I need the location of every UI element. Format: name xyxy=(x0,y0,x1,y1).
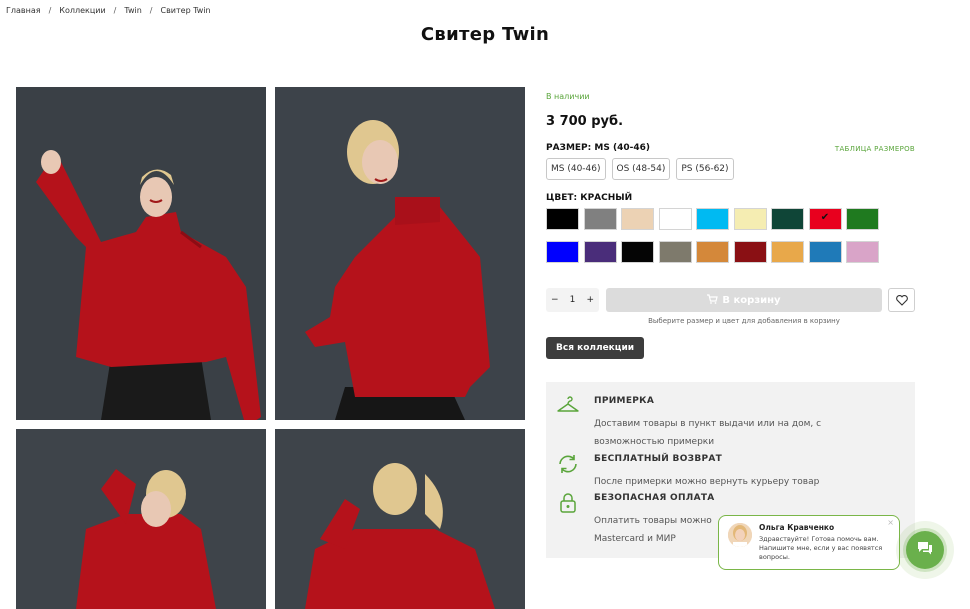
color-swatches: ✔ xyxy=(546,208,886,274)
color-swatch[interactable] xyxy=(583,241,617,263)
cart-hint: Выберите размер и цвет для добавления в … xyxy=(648,317,840,325)
return-icon xyxy=(556,452,580,476)
color-swatch[interactable] xyxy=(771,241,804,263)
size-options: MS (40-46) OS (48-54) PS (56-62) xyxy=(546,158,734,180)
color-swatch[interactable] xyxy=(696,241,729,263)
benefit-desc: После примерки можно вернуть курьеру тов… xyxy=(594,477,820,487)
lock-icon xyxy=(556,491,580,515)
color-swatch[interactable] xyxy=(546,208,579,230)
size-option-ms[interactable]: MS (40-46) xyxy=(546,158,606,180)
check-icon: ✔ xyxy=(820,212,830,223)
size-option-os[interactable]: OS (48-54) xyxy=(611,158,671,180)
cart-icon xyxy=(707,293,719,307)
product-price: 3 700 руб. xyxy=(546,114,624,129)
close-icon[interactable]: × xyxy=(887,518,894,527)
product-photo[interactable] xyxy=(16,429,266,609)
product-photo[interactable] xyxy=(275,87,525,420)
breadcrumb-home[interactable]: Главная xyxy=(6,6,41,15)
color-label: Цвет: Красный xyxy=(546,193,633,203)
color-swatch[interactable]: ✔ xyxy=(808,208,842,230)
size-option-ps[interactable]: PS (56-62) xyxy=(676,158,734,180)
color-swatch[interactable] xyxy=(733,241,767,263)
benefit-title: Бесплатный возврат xyxy=(594,454,723,464)
color-swatch[interactable] xyxy=(696,208,729,230)
chat-bubble-icon xyxy=(916,540,934,560)
swatch-row: ✔ xyxy=(546,208,886,230)
quantity-stepper: − 1 + xyxy=(546,288,599,312)
qty-minus-button[interactable]: − xyxy=(551,295,559,305)
breadcrumb-separator: / xyxy=(48,6,52,15)
benefit-desc: Доставим товары в пункт выдачи или на до… xyxy=(594,419,822,447)
color-swatch[interactable] xyxy=(621,208,654,230)
color-swatch[interactable] xyxy=(733,208,767,230)
color-swatch[interactable] xyxy=(658,208,692,230)
breadcrumb-current: Свитер Twin xyxy=(160,6,211,15)
chat-popup[interactable]: Ольга Кравченко Здравствуйте! Готова пом… xyxy=(718,515,900,570)
color-swatch[interactable] xyxy=(846,241,879,263)
chat-agent-name: Ольга Кравченко xyxy=(759,523,835,532)
stock-status: В наличии xyxy=(546,92,590,101)
product-photo[interactable] xyxy=(16,87,266,420)
hanger-icon xyxy=(556,394,580,418)
wishlist-button[interactable] xyxy=(888,288,915,312)
qty-value[interactable]: 1 xyxy=(570,295,576,305)
color-swatch[interactable] xyxy=(658,241,692,263)
breadcrumb-twin[interactable]: Twin xyxy=(124,6,141,15)
swatch-row xyxy=(546,241,886,263)
color-swatch[interactable] xyxy=(846,208,879,230)
chat-message: Здравствуйте! Готова помочь вам. Напишит… xyxy=(759,535,883,561)
color-swatch[interactable] xyxy=(583,208,617,230)
product-photo[interactable] xyxy=(275,429,525,609)
breadcrumb: Главная / Коллекции / Twin / Свитер Twin xyxy=(6,6,211,15)
breadcrumb-collections[interactable]: Коллекции xyxy=(59,6,105,15)
color-swatch[interactable] xyxy=(771,208,804,230)
chat-open-button[interactable] xyxy=(906,531,944,569)
product-gallery xyxy=(16,87,525,609)
add-to-cart-label: В корзину xyxy=(722,294,781,306)
size-label: Размер: MS (40-46) xyxy=(546,143,650,153)
avatar xyxy=(728,523,752,547)
qty-plus-button[interactable]: + xyxy=(586,295,594,305)
breadcrumb-separator: / xyxy=(113,6,117,15)
benefit-title: Безопасная оплата xyxy=(594,493,715,503)
breadcrumb-separator: / xyxy=(149,6,153,15)
all-collections-button[interactable]: Вся коллекции xyxy=(546,337,645,359)
page-title: Свитер Twin xyxy=(420,24,550,45)
color-swatch[interactable] xyxy=(621,241,654,263)
color-swatch[interactable] xyxy=(546,241,579,263)
add-to-cart-button[interactable]: В корзину xyxy=(606,288,882,312)
color-swatch[interactable] xyxy=(808,241,842,263)
heart-icon xyxy=(895,291,908,310)
benefit-title: Примерка xyxy=(594,396,655,406)
size-chart-link[interactable]: Таблица размеров xyxy=(835,145,915,153)
